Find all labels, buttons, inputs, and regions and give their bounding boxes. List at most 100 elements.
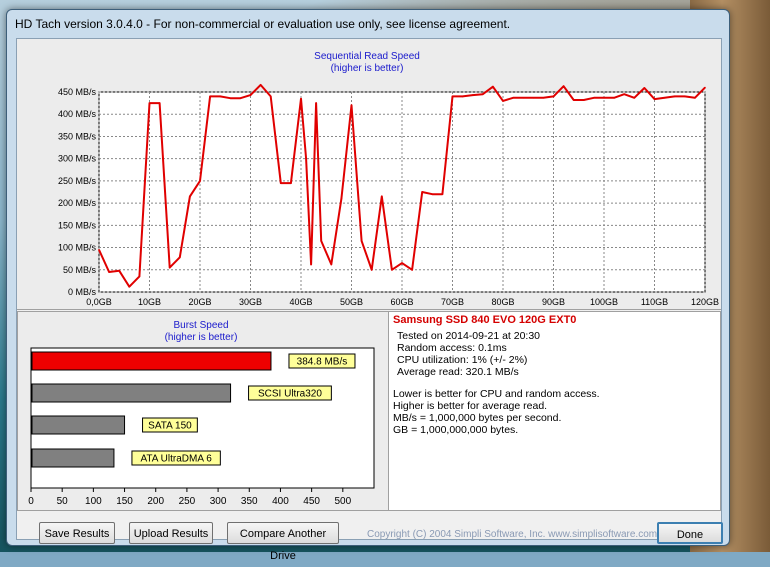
note-lower-better: Lower is better for CPU and random acces… bbox=[393, 388, 600, 400]
sequential-data-point bbox=[451, 95, 454, 98]
sequential-data-point bbox=[381, 195, 383, 198]
sequential-data-point bbox=[532, 96, 535, 99]
burst-bar-label: SCSI Ultra320 bbox=[258, 389, 322, 400]
x-tick-label: 60GB bbox=[390, 297, 413, 307]
sequential-data-point bbox=[492, 85, 494, 88]
sequential-data-point bbox=[673, 95, 676, 98]
cpu-utilization: CPU utilization: 1% (+/- 2%) bbox=[397, 354, 528, 366]
sequential-data-point bbox=[613, 96, 615, 99]
sequential-data-point bbox=[315, 102, 317, 104]
sequential-data-point bbox=[320, 240, 323, 242]
random-access: Random access: 0.1ms bbox=[397, 342, 507, 354]
copyright-text: Copyright (C) 2004 Simpli Software, Inc.… bbox=[367, 529, 658, 540]
sequential-data-point bbox=[663, 96, 666, 99]
note-higher-better: Higher is better for average read. bbox=[393, 400, 548, 412]
sequential-data-point bbox=[694, 96, 696, 99]
x-tick-label: 90GB bbox=[542, 297, 565, 307]
sequential-data-point bbox=[168, 266, 171, 269]
sequential-data-point bbox=[350, 104, 353, 107]
sequential-data-point bbox=[330, 263, 333, 266]
sequential-data-point bbox=[552, 95, 555, 98]
burst-chart-title: Burst Speed bbox=[173, 320, 228, 331]
burst-bar-label: ATA UltraDMA 6 bbox=[140, 454, 212, 465]
sequential-data-point bbox=[512, 96, 514, 99]
y-tick-label: 200 MB/s bbox=[58, 198, 97, 208]
tested-date: Tested on 2014-09-21 at 20:30 bbox=[397, 330, 541, 342]
y-tick-label: 400 MB/s bbox=[58, 109, 97, 119]
x-tick-label: 120GB bbox=[691, 297, 719, 307]
note-mbs-definition: MB/s = 1,000,000 bytes per second. bbox=[393, 412, 562, 424]
done-button[interactable]: Done bbox=[657, 522, 723, 544]
burst-x-tick-label: 400 bbox=[272, 496, 289, 507]
x-tick-label: 100GB bbox=[590, 297, 618, 307]
average-read: Average read: 320.1 MB/s bbox=[397, 366, 519, 378]
x-tick-label: 0,0GB bbox=[86, 297, 112, 307]
sequential-data-point bbox=[199, 180, 201, 182]
sequential-data-point bbox=[305, 157, 307, 160]
sequential-data-point bbox=[471, 94, 474, 96]
sequential-data-point bbox=[482, 93, 484, 96]
sequential-data-point bbox=[239, 97, 242, 100]
x-tick-label: 30GB bbox=[239, 297, 262, 307]
sequential-data-point bbox=[310, 263, 312, 266]
sequential-data-point bbox=[219, 95, 221, 98]
sequential-data-point bbox=[229, 97, 232, 100]
sequential-data-point bbox=[583, 99, 585, 101]
burst-bar bbox=[31, 448, 115, 468]
sequential-data-point bbox=[431, 193, 434, 196]
sequential-data-point bbox=[128, 285, 131, 288]
sequential-data-point bbox=[542, 96, 545, 99]
burst-bar bbox=[31, 415, 126, 435]
sequential-data-point bbox=[148, 102, 151, 104]
sequential-data-point bbox=[633, 96, 636, 99]
x-tick-label: 110GB bbox=[641, 297, 668, 307]
sequential-data-point bbox=[441, 193, 444, 196]
sequential-data-point bbox=[108, 271, 110, 273]
sequential-data-point bbox=[603, 96, 605, 99]
save-results-button[interactable]: Save Results bbox=[39, 522, 115, 544]
burst-chart-subtitle: (higher is better) bbox=[165, 332, 238, 343]
sequential-data-point bbox=[189, 195, 191, 198]
burst-x-tick-label: 50 bbox=[57, 496, 69, 507]
sequential-data-point bbox=[572, 99, 575, 101]
window-title: HD Tach version 3.0.4.0 - For non-commer… bbox=[15, 17, 511, 31]
client-area: Sequential Read Speed (higher is better)… bbox=[16, 38, 723, 562]
y-tick-label: 50 MB/s bbox=[63, 265, 97, 275]
x-tick-label: 50GB bbox=[340, 297, 363, 307]
sequential-chart-subtitle: (higher is better) bbox=[331, 63, 404, 74]
burst-speed-chart: Burst Speed (higher is better) 384.8 MB/… bbox=[28, 320, 375, 507]
x-tick-label: 40GB bbox=[289, 297, 312, 307]
sequential-data-point bbox=[593, 96, 595, 99]
y-tick-label: 450 MB/s bbox=[58, 87, 97, 97]
sequential-data-point bbox=[421, 191, 424, 193]
note-gb-definition: GB = 1,000,000,000 bytes. bbox=[393, 424, 519, 436]
sequential-data-point bbox=[118, 269, 120, 272]
sequential-data-point bbox=[401, 262, 403, 264]
sequential-data-point bbox=[340, 197, 343, 200]
drive-name: Samsung SSD 840 EVO 120G EXT0 bbox=[393, 314, 577, 326]
sequential-chart-panel: Sequential Read Speed (higher is better)… bbox=[17, 39, 721, 310]
burst-x-tick-label: 200 bbox=[147, 496, 164, 507]
burst-bar bbox=[31, 351, 272, 371]
y-tick-label: 0 MB/s bbox=[68, 287, 97, 297]
sequential-read-chart: Sequential Read Speed (higher is better)… bbox=[58, 51, 719, 307]
upload-results-button[interactable]: Upload Results bbox=[129, 522, 213, 544]
x-tick-label: 80GB bbox=[491, 297, 514, 307]
x-tick-label: 10GB bbox=[138, 297, 161, 307]
sequential-data-point bbox=[138, 275, 141, 278]
sequential-data-point bbox=[98, 248, 100, 251]
burst-x-tick-label: 250 bbox=[179, 496, 196, 507]
burst-bar bbox=[31, 383, 232, 403]
y-tick-label: 150 MB/s bbox=[58, 220, 97, 230]
burst-x-tick-label: 500 bbox=[334, 496, 351, 507]
sequential-data-point bbox=[411, 268, 413, 271]
sequential-data-point bbox=[269, 95, 272, 98]
sequential-data-point bbox=[522, 96, 524, 99]
sequential-data-point bbox=[684, 95, 686, 98]
sequential-data-point bbox=[502, 100, 504, 102]
sequential-data-point bbox=[158, 102, 161, 104]
burst-chart-panel: Burst Speed (higher is better) 384.8 MB/… bbox=[17, 311, 389, 511]
sequential-data-point bbox=[623, 93, 625, 96]
sequential-data-point bbox=[704, 86, 706, 89]
compare-another-drive-button[interactable]: Compare Another Drive bbox=[227, 522, 339, 562]
